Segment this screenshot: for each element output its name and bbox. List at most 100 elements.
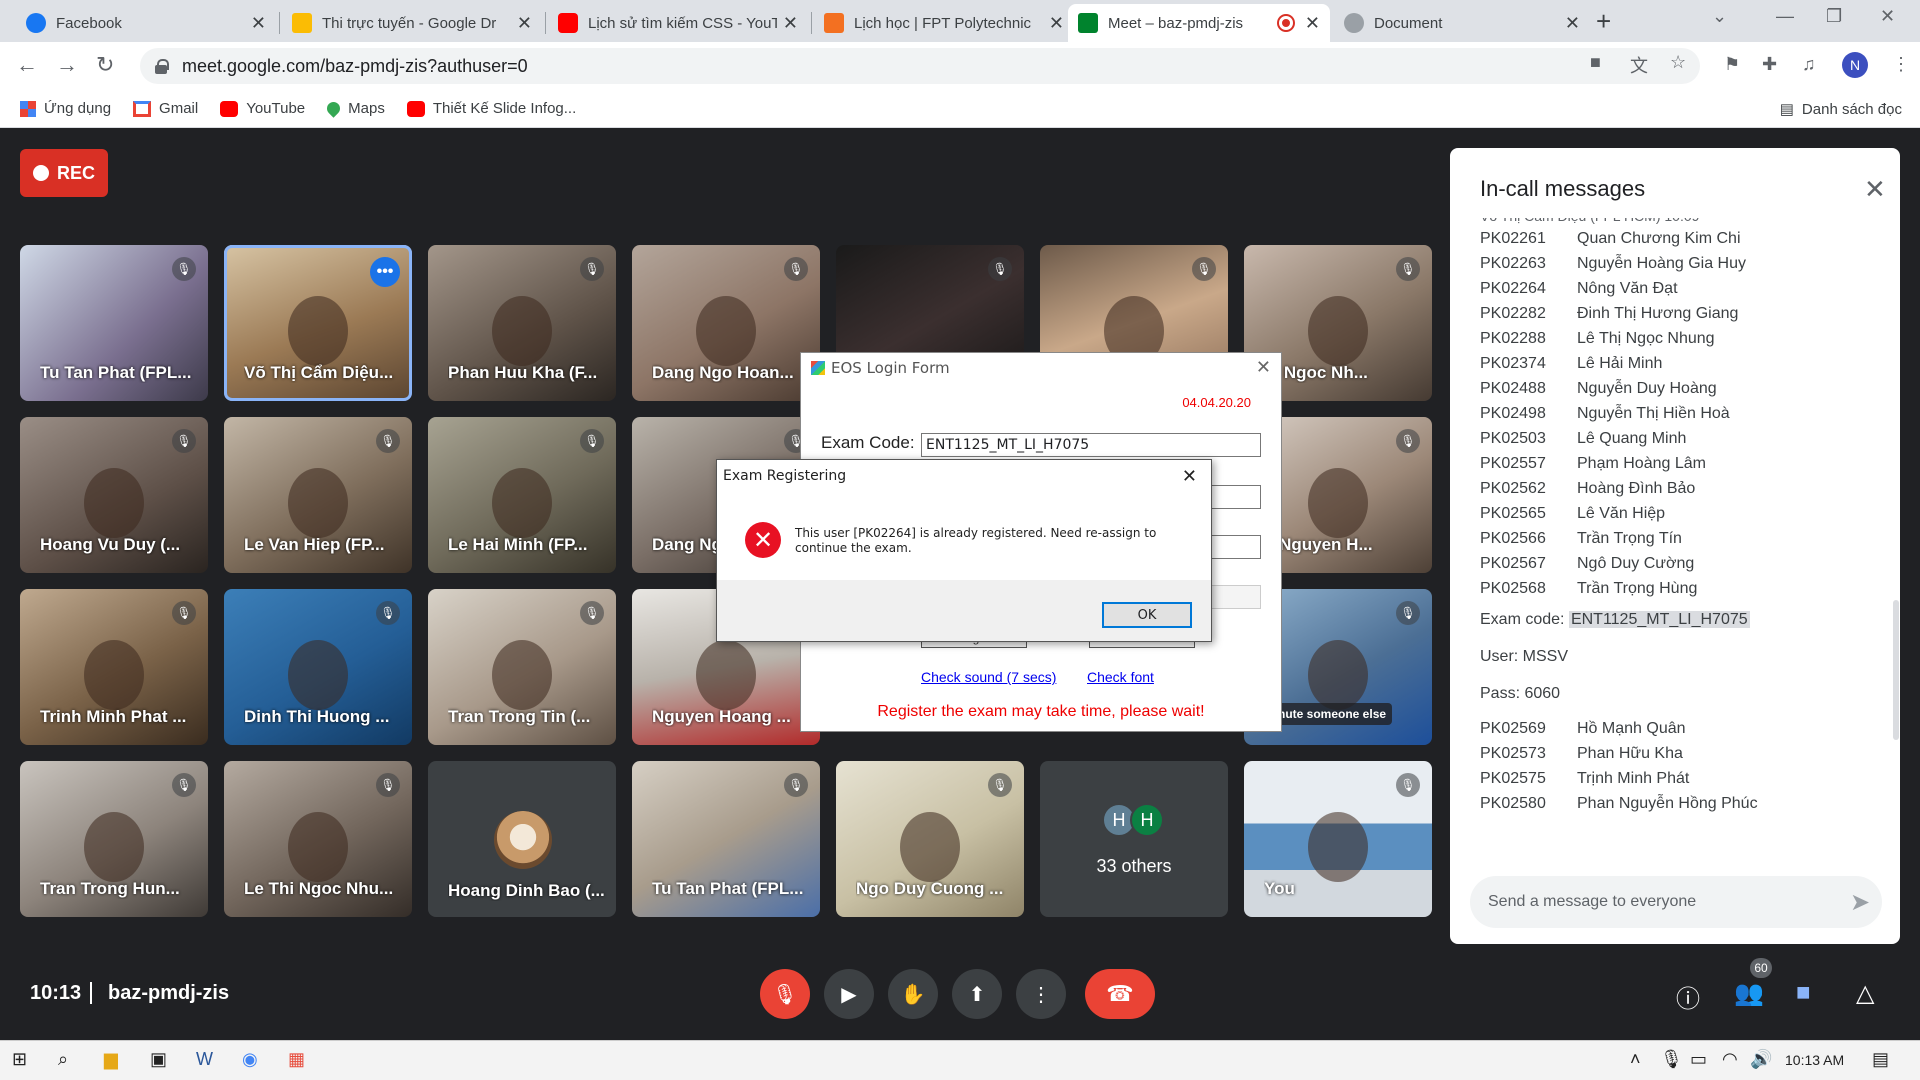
profile-avatar[interactable]: N [1842,52,1868,78]
participant-tile[interactable]: 🎙 Le Van Hiep (FP... [224,417,412,573]
send-icon[interactable]: ➤ [1850,888,1870,917]
student-entry: PK02374 Lê Hải Minh [1480,351,1880,376]
extension-icon[interactable]: ⚑ [1724,54,1740,75]
participant-tile[interactable]: 🎙 Tran Trong Hun... [20,761,208,917]
participant-tile[interactable]: 🎙 Dinh Thi Huong ... [224,589,412,745]
tab-document[interactable]: Document ✕ [1334,4,1590,42]
eos-taskbar-icon[interactable]: ▦ [288,1049,305,1070]
back-icon[interactable]: ← [16,52,38,78]
chat-icon[interactable]: ■ [1796,979,1811,1007]
tab-search-icon[interactable]: ⌄ [1712,6,1727,27]
bookmark-slide-infographic[interactable]: Thiết Kế Slide Infog... [406,100,576,117]
store-icon[interactable]: ▣ [150,1049,167,1070]
participant-tile[interactable]: 🎙 Le Thi Ngoc Nhu... [224,761,412,917]
bookmark-youtube[interactable]: YouTube [220,100,305,117]
participant-tile[interactable]: 🎙 Le Hai Minh (FP... [428,417,616,573]
student-entry: PK02263 Nguyễn Hoàng Gia Huy [1480,251,1880,276]
bookmark-maps[interactable]: Maps [324,99,385,118]
translate-icon[interactable]: 文 [1630,52,1648,78]
puzzle-icon[interactable]: ✚ [1762,54,1777,75]
tab-facebook[interactable]: Facebook ✕ [16,4,276,42]
participant-tile[interactable]: 🎙 Hoang Vu Duy (... [20,417,208,573]
present-button[interactable]: ⬆ [952,969,1002,1019]
close-tab-icon[interactable]: ✕ [1049,13,1064,34]
bookmark-gmail[interactable]: Gmail [133,100,198,117]
participant-tile[interactable]: 🎙 Dang Ngo Hoan... [632,245,820,401]
more-options-button[interactable]: ⋮ [1016,969,1066,1019]
wifi-icon[interactable]: ◠ [1722,1049,1738,1070]
participant-tile[interactable]: 🎙 Trinh Minh Phat ... [20,589,208,745]
tab-fpt-polytechnic[interactable]: Lịch học | FPT Polytechnic ✕ [814,4,1074,42]
microphone-icon[interactable]: 🎙 [1660,1049,1683,1070]
close-tab-icon[interactable]: ✕ [1565,13,1580,34]
close-window-icon[interactable]: ✕ [1880,6,1895,27]
close-icon[interactable]: ✕ [1256,357,1271,378]
more-options-icon[interactable]: ••• [370,257,400,287]
highlighted-text: ENT1125_MT_LI_H7075 [1568,611,1750,628]
message-input[interactable]: Send a message to everyone [1470,876,1882,928]
extra-field[interactable] [1209,585,1261,609]
media-icon[interactable]: ♫ [1802,54,1816,75]
bookmark-star-icon[interactable]: ☆ [1670,52,1686,73]
forward-icon[interactable]: → [56,52,78,78]
check-font-link[interactable]: Check font [1087,669,1154,685]
hand-icon: ✋ [900,983,926,1006]
battery-icon[interactable]: ▭ [1690,1049,1707,1070]
participant-tile[interactable]: 🎙 Ngo Duy Cuong ... [836,761,1024,917]
close-icon[interactable]: ✕ [1864,174,1886,205]
word-icon[interactable]: W [196,1049,213,1070]
new-tab-icon[interactable]: + [1596,6,1611,37]
windows-start-icon[interactable]: ⊞ [12,1049,27,1070]
minimize-icon[interactable]: — [1776,6,1794,27]
bookmark-apps[interactable]: Ứng dụng [20,100,111,117]
participant-tile[interactable]: 🎙 Tran Trong Tin (... [428,589,616,745]
participant-tile-pinned[interactable]: ••• Võ Thị Cẩm Diệu... [224,245,412,401]
search-icon[interactable]: ⌕ [58,1049,68,1070]
student-id: PK02580 [1480,795,1546,812]
reading-list-button[interactable]: ▤ Danh sách đọc [1780,100,1902,119]
muted-mic-icon: 🎙 [172,429,196,453]
tray-chevron-icon[interactable]: ˄ [1630,1049,1641,1070]
close-tab-icon[interactable]: ✕ [251,13,266,34]
close-icon[interactable]: ✕ [1182,466,1197,487]
exam-code-field[interactable]: ENT1125_MT_LI_H7075 [921,433,1261,457]
password-field[interactable] [1209,535,1261,559]
tab-meet[interactable]: Meet – baz-pmdj-zis ✕ [1068,4,1330,42]
reload-icon[interactable]: ↻ [96,52,114,78]
participant-tile[interactable]: 🎙 Phan Huu Kha (F... [428,245,616,401]
people-icon[interactable]: 👥 [1734,979,1764,1008]
more-vert-icon: ⋮ [1031,983,1051,1006]
camera-toggle-button[interactable]: ▶ [824,969,874,1019]
close-tab-icon[interactable]: ✕ [517,13,532,34]
notifications-icon[interactable]: ▤ [1872,1049,1889,1070]
tab-youtube[interactable]: Lịch sử tìm kiếm CSS - YouT ✕ [548,4,808,42]
address-bar[interactable]: meet.google.com/baz-pmdj-zis?authuser=0 [140,48,1700,84]
muted-mic-icon: 🎙 [1396,429,1420,453]
self-tile[interactable]: 🎙 You [1244,761,1432,917]
info-icon[interactable]: ⓘ [1676,979,1700,1014]
exam-registering-dialog: Exam Registering ✕ ✕ This user [PK02264]… [716,459,1212,642]
system-clock[interactable]: 10:13 AM [1785,1052,1844,1068]
participant-tile[interactable]: 🎙 Tu Tan Phat (FPL... [20,245,208,401]
participant-tile[interactable]: Hoang Dinh Bao (... [428,761,616,917]
participant-tile[interactable]: 🎙 Tu Tan Phat (FPL... [632,761,820,917]
file-explorer-icon[interactable]: ▆ [104,1049,118,1070]
menu-icon[interactable]: ⋮ [1892,54,1910,75]
ok-button[interactable]: OK [1102,602,1192,628]
activities-icon[interactable]: △ [1856,979,1874,1008]
check-sound-link[interactable]: Check sound (7 secs) [921,669,1056,685]
chat-scrollbar[interactable] [1893,600,1899,740]
restore-icon[interactable]: ❐ [1826,6,1842,27]
others-tile[interactable]: H H 33 others [1040,761,1228,917]
volume-icon[interactable]: 🔊 [1750,1049,1772,1070]
camera-icon[interactable]: ■ [1590,52,1601,73]
mic-toggle-button[interactable]: 🎙 [760,969,810,1019]
tab-google-drive[interactable]: Thi trực tuyến - Google Dr ✕ [282,4,542,42]
chrome-icon[interactable]: ◉ [242,1049,258,1070]
close-tab-icon[interactable]: ✕ [1305,13,1320,34]
username-field[interactable] [1209,485,1261,509]
lock-icon [154,59,169,74]
close-tab-icon[interactable]: ✕ [783,13,798,34]
leave-call-button[interactable]: ☎ [1085,969,1155,1019]
raise-hand-button[interactable]: ✋ [888,969,938,1019]
